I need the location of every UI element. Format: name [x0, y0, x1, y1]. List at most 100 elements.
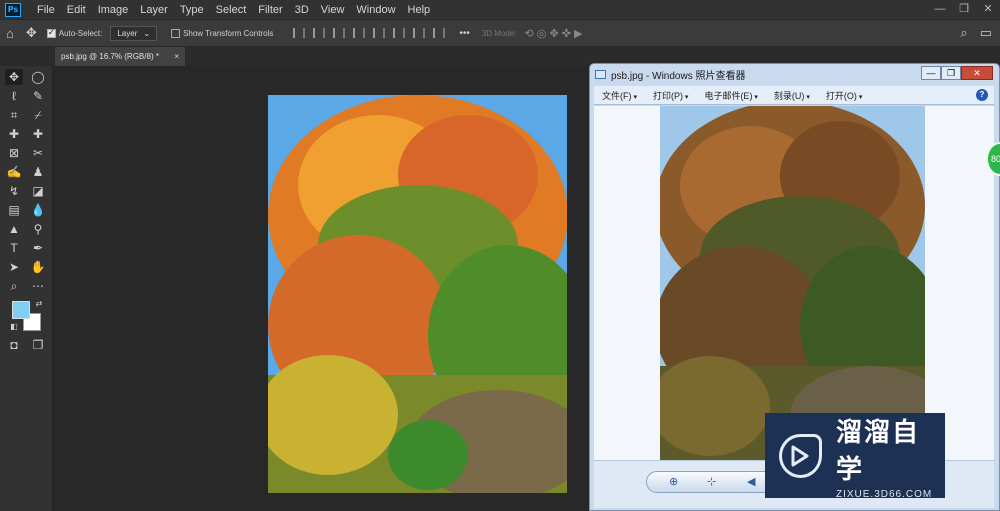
zoom-icon[interactable]: ⊕	[669, 475, 678, 488]
menu-select[interactable]: Select	[210, 4, 253, 16]
viewer-window-controls: — ❐ ✕	[921, 66, 993, 80]
pen-tool-icon[interactable]: ✒	[29, 240, 47, 256]
actual-size-icon[interactable]: ⊹	[707, 475, 716, 488]
zoom-tool-icon[interactable]: ⌕	[5, 278, 23, 294]
window-controls: — ❐ ✕	[928, 0, 1000, 19]
auto-select-checkbox[interactable]: Auto-Select:	[46, 27, 102, 38]
viewer-title: psb.jpg - Windows 照片查看器	[611, 70, 746, 82]
lasso-tool-icon[interactable]: ℓ	[5, 88, 23, 104]
gradient-tool-icon[interactable]: ▤	[5, 202, 23, 218]
viewer-menu-bar: 文件(F) 打印(P) 电子邮件(E) 刻录(U) 打开(O) ?	[594, 86, 994, 105]
path-select-icon[interactable]: ➤	[5, 259, 23, 275]
hand-tool-icon[interactable]: ✋	[29, 259, 47, 275]
align-top-icon[interactable]	[373, 28, 386, 38]
restore-button[interactable]: ❐	[952, 0, 976, 19]
right-options: ⌕ ▭	[960, 25, 992, 41]
viewer-menu-open[interactable]: 打开(O)	[818, 89, 870, 102]
distribute-icon[interactable]	[353, 28, 366, 38]
watermark-name: 溜溜自学	[835, 417, 920, 485]
more-options-button[interactable]: •••	[459, 28, 470, 39]
menu-filter[interactable]: Filter	[252, 4, 288, 16]
menu-type[interactable]: Type	[174, 4, 210, 16]
move-tool-icon[interactable]: ✥	[26, 25, 37, 41]
options-bar: ⌂ ✥ Auto-Select: Layer ⌄ Show Transform …	[0, 19, 1000, 47]
menu-help[interactable]: Help	[402, 4, 437, 16]
play-logo-icon	[779, 433, 822, 478]
screen-mode-icon[interactable]: ❐	[29, 337, 47, 353]
swap-colors-icon[interactable]: ⇄	[30, 296, 48, 312]
menu-window[interactable]: Window	[350, 4, 401, 16]
marquee-tool-icon[interactable]: ◯	[29, 69, 47, 85]
scissors-icon[interactable]: ✂	[29, 145, 47, 161]
document-image[interactable]	[268, 95, 567, 493]
transform-controls-checkbox[interactable]: Show Transform Controls	[171, 28, 274, 38]
align-center-icon[interactable]	[313, 28, 326, 38]
dodge-tool-icon[interactable]: ⚲	[29, 221, 47, 237]
3d-mode-icons[interactable]: ⟲ ◎ ✥ ✜ ▶	[525, 27, 583, 40]
play-triangle-icon	[791, 445, 809, 466]
foreground-color-swatch[interactable]	[12, 301, 30, 319]
menu-3d[interactable]: 3D	[289, 4, 315, 16]
viewer-image-area	[594, 106, 994, 460]
menu-view[interactable]: View	[315, 4, 351, 16]
align-middle-icon[interactable]	[393, 28, 406, 38]
watermark-url: ZIXUE.3D66.COM	[835, 488, 933, 500]
home-icon[interactable]: ⌂	[6, 26, 14, 41]
photoshop-window: Ps File Edit Image Layer Type Select Fil…	[0, 0, 1000, 511]
align-buttons	[293, 28, 446, 38]
menu-file[interactable]: File	[31, 4, 61, 16]
previous-icon[interactable]: ◀	[747, 475, 755, 488]
close-button[interactable]: ✕	[976, 0, 1000, 19]
sharpen-tool-icon[interactable]: ▲	[5, 221, 23, 237]
checkbox-checked-icon	[46, 27, 56, 38]
eraser-tool-icon[interactable]: ◪	[29, 183, 47, 199]
move-tool-icon[interactable]: ✥	[5, 69, 23, 85]
3d-mode-label: 3D Mode:	[481, 28, 517, 38]
healing-brush-icon[interactable]: ✚	[5, 126, 23, 142]
stamp-tool-icon[interactable]: ♟	[29, 164, 47, 180]
transform-controls-label: Show Transform Controls	[183, 28, 274, 38]
menu-layer[interactable]: Layer	[134, 4, 174, 16]
viewer-maximize-button[interactable]: ❐	[941, 66, 961, 80]
autumn-tree-photo-original	[660, 106, 925, 460]
viewer-menu-print[interactable]: 打印(P)	[645, 89, 696, 102]
quick-select-tool-icon[interactable]: ✎	[29, 88, 47, 104]
auto-select-value: Layer	[117, 28, 138, 38]
more-tools-icon[interactable]: ⋯	[29, 278, 47, 294]
search-icon[interactable]: ⌕	[960, 25, 967, 41]
viewer-app-icon	[595, 69, 606, 79]
close-tab-icon[interactable]: ×	[174, 52, 179, 61]
default-colors-icon[interactable]: ◧	[5, 319, 23, 335]
menu-image[interactable]: Image	[92, 4, 135, 16]
document-tab-title: psb.jpg @ 16.7% (RGB/8) *	[61, 52, 159, 61]
photoshop-logo-icon: Ps	[5, 2, 21, 17]
chevron-down-icon: ⌄	[143, 28, 151, 38]
blur-tool-icon[interactable]: 💧	[29, 202, 47, 218]
help-icon[interactable]: ?	[976, 89, 988, 101]
crop-tool-icon[interactable]: ⌗	[5, 107, 23, 123]
align-right-icon[interactable]	[333, 28, 346, 38]
menu-edit[interactable]: Edit	[61, 4, 92, 16]
viewer-menu-email[interactable]: 电子邮件(E)	[696, 89, 765, 102]
brush-tool-icon[interactable]: ✍	[5, 164, 23, 180]
autumn-tree-photo-saturated	[268, 95, 567, 493]
minimize-button[interactable]: —	[928, 0, 952, 19]
align-bottom-icon[interactable]	[413, 28, 426, 38]
patch-tool-icon[interactable]: ✚	[29, 126, 47, 142]
frame-tool-icon[interactable]: ⊠	[5, 145, 23, 161]
eyedropper-tool-icon[interactable]: ⌿	[29, 107, 47, 123]
viewer-minimize-button[interactable]: —	[921, 66, 941, 80]
auto-select-dropdown[interactable]: Layer ⌄	[110, 25, 158, 41]
menu-bar: Ps File Edit Image Layer Type Select Fil…	[0, 0, 1000, 19]
workspace-icon[interactable]: ▭	[980, 25, 992, 41]
distribute-vertical-icon[interactable]	[433, 28, 446, 38]
viewer-menu-burn[interactable]: 刻录(U)	[766, 89, 818, 102]
viewer-menu-file[interactable]: 文件(F)	[594, 89, 645, 102]
type-tool-icon[interactable]: T	[5, 240, 23, 256]
document-tab[interactable]: psb.jpg @ 16.7% (RGB/8) * ×	[55, 47, 185, 66]
quick-mask-icon[interactable]: ◘	[5, 337, 23, 353]
viewer-close-button[interactable]: ✕	[961, 66, 993, 80]
history-brush-icon[interactable]: ↯	[5, 183, 23, 199]
checkbox-unchecked-icon	[171, 28, 181, 38]
align-left-icon[interactable]	[293, 28, 306, 38]
